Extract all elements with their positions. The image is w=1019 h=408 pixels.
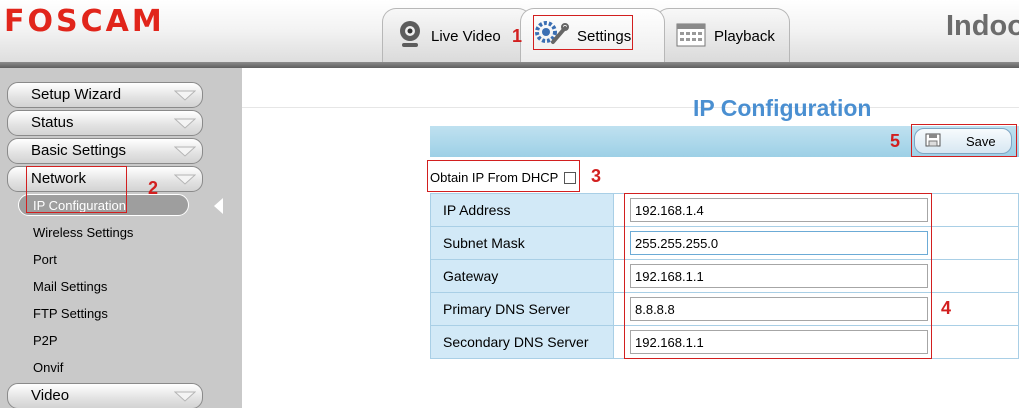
menu-label: Setup Wizard — [31, 86, 122, 103]
chevron-down-icon — [174, 118, 196, 129]
tab-settings[interactable]: Settings — [520, 8, 665, 63]
sidebar-item-onvif[interactable]: Onvif — [33, 360, 63, 375]
annotation-marker-2: 2 — [148, 178, 159, 198]
chevron-down-icon — [174, 391, 196, 402]
chevron-down-icon — [174, 174, 196, 185]
ip-address-field[interactable] — [630, 198, 928, 222]
menu-label: Status — [31, 114, 74, 131]
field-label: Secondary DNS Server — [430, 325, 614, 359]
sidebar-item-port[interactable]: Port — [33, 252, 57, 267]
webcam-icon — [397, 19, 423, 53]
field-label: Primary DNS Server — [430, 292, 614, 326]
annotation-marker-5: 5 — [890, 131, 901, 151]
subnet-mask-field[interactable] — [630, 231, 928, 255]
sidebar-item-mail-settings[interactable]: Mail Settings — [33, 279, 107, 294]
menu-video[interactable]: Video — [7, 383, 203, 408]
primary-dns-field[interactable] — [630, 297, 928, 321]
tab-playback-label: Playback — [714, 27, 775, 45]
field-label: IP Address — [430, 193, 614, 227]
annotation-marker-1: 1 — [512, 26, 523, 46]
menu-setup-wizard[interactable]: Setup Wizard — [7, 82, 203, 108]
menu-basic-settings[interactable]: Basic Settings — [7, 138, 203, 164]
gateway-field[interactable] — [630, 264, 928, 288]
menu-label: Network — [31, 170, 87, 187]
sidebar-item-p2p[interactable]: P2P — [33, 333, 58, 348]
chevron-down-icon — [174, 146, 196, 157]
sidebar-item-ip-configuration[interactable]: IP Configuration — [18, 194, 189, 216]
chevron-down-icon — [174, 90, 196, 101]
dhcp-option: Obtain IP From DHCP — [430, 170, 577, 185]
menu-label: Video — [31, 387, 70, 404]
annotation-marker-4: 4 — [941, 298, 952, 318]
save-button-label: Save — [966, 133, 996, 149]
page-title: IP Configuration — [693, 95, 872, 121]
menu-label: Basic Settings — [31, 142, 127, 159]
table-row: Subnet Mask — [430, 226, 1019, 260]
tab-playback[interactable]: Playback — [655, 8, 790, 63]
annotation-marker-3: 3 — [591, 166, 602, 186]
secondary-dns-field[interactable] — [630, 330, 928, 354]
sidebar-item-label: IP Configuration — [33, 198, 126, 213]
floppy-disk-icon — [925, 133, 941, 150]
sidebar-item-wireless-settings[interactable]: Wireless Settings — [33, 225, 133, 240]
header-bar: FOSCAM Live Video Playback Settings Indo… — [0, 0, 1019, 63]
gears-icon — [535, 20, 569, 52]
device-name: Indoor — [946, 10, 1019, 42]
menu-network[interactable]: Network — [7, 166, 203, 192]
table-row: Secondary DNS Server — [430, 325, 1019, 359]
save-button[interactable]: Save — [914, 128, 1012, 154]
dhcp-checkbox[interactable] — [564, 171, 577, 184]
calendar-icon — [676, 21, 706, 51]
field-label: Gateway — [430, 259, 614, 293]
table-row: Gateway — [430, 259, 1019, 293]
sidebar-item-ftp-settings[interactable]: FTP Settings — [33, 306, 108, 321]
tab-settings-label: Settings — [577, 27, 632, 45]
ip-settings-table: IP Address Subnet Mask Gateway Primary D… — [430, 193, 1019, 359]
dhcp-label: Obtain IP From DHCP — [430, 170, 559, 185]
field-label: Subnet Mask — [430, 226, 614, 260]
menu-status[interactable]: Status — [7, 110, 203, 136]
content-divider — [242, 107, 1019, 108]
foscam-logo: FOSCAM — [4, 4, 165, 39]
table-row: IP Address — [430, 193, 1019, 227]
active-pointer-icon — [214, 198, 223, 214]
tab-live-video-label: Live Video — [431, 27, 501, 45]
table-row: Primary DNS Server — [430, 292, 1019, 326]
tab-live-video[interactable]: Live Video — [382, 8, 532, 63]
